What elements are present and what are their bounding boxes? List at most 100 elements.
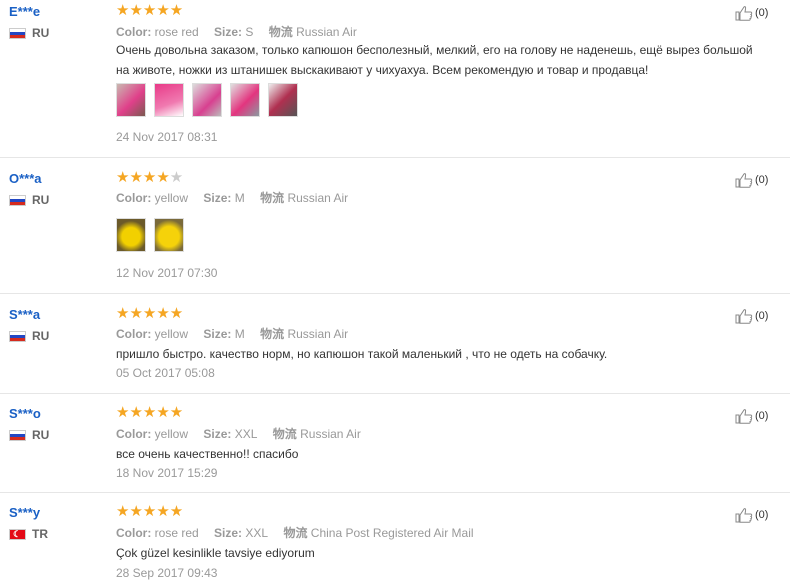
shipping-label: 物流 (272, 427, 297, 441)
review-photo[interactable] (230, 83, 260, 117)
reviewer-country: RU (9, 193, 49, 207)
review-text: Çok güzel kesinlikle tavsiye ediyorum (116, 546, 315, 560)
size-value: XXL (245, 526, 269, 540)
review-date: 24 Nov 2017 08:31 (116, 130, 218, 144)
star-icon: ★★★★ (116, 169, 170, 186)
helpful-button[interactable]: (0) (735, 308, 768, 324)
thumbs-up-icon (735, 6, 753, 21)
helpful-button[interactable]: (0) (735, 172, 768, 188)
russia-flag-icon (9, 429, 26, 441)
thumbs-up-icon (735, 173, 753, 188)
rating-stars: ★★★★★ (116, 404, 184, 421)
country-code: RU (32, 26, 50, 40)
divider (0, 293, 790, 294)
rating-stars: ★★★★★ (116, 305, 184, 322)
review-photo[interactable] (192, 83, 222, 117)
shipping-value: Russian Air (287, 191, 349, 205)
shipping-label: 物流 (260, 327, 285, 341)
country-code: RU (32, 428, 50, 442)
star-empty-icon: ★ (169, 169, 184, 186)
reviewer-name[interactable]: O***a (9, 171, 42, 186)
review-photo[interactable] (268, 83, 298, 117)
reviewer-name[interactable]: E***e (9, 4, 40, 19)
thumbs-up-icon (735, 508, 753, 523)
star-icon: ★★★★★ (116, 503, 184, 520)
rating-stars: ★★★★★ (116, 503, 184, 520)
color-label: Color: (116, 191, 152, 205)
size-label: Size: (203, 191, 232, 205)
russia-flag-icon (9, 330, 26, 342)
russia-flag-icon (9, 194, 26, 206)
helpful-count: (0) (755, 509, 769, 521)
country-code: RU (32, 193, 50, 207)
helpful-count: (0) (755, 7, 769, 19)
product-attributes: Color: rose red Size: XXL 物流 China Post … (116, 524, 474, 541)
shipping-value: Russian Air (296, 25, 357, 39)
country-code: RU (32, 329, 50, 343)
review-date: 05 Oct 2017 05:08 (116, 366, 215, 380)
review-photo[interactable] (154, 218, 184, 252)
review-text: Очень довольна заказом, только капюшон б… (116, 43, 753, 77)
reviewer-name[interactable]: S***o (9, 406, 41, 421)
review-date: 12 Nov 2017 07:30 (116, 266, 218, 280)
star-icon: ★★★★★ (116, 2, 184, 19)
helpful-button[interactable]: (0) (735, 5, 768, 21)
thumbs-up-icon (735, 309, 753, 324)
rating-stars: ★★★★★ (116, 169, 184, 186)
divider (0, 157, 790, 158)
color-value: rose red (154, 526, 199, 540)
size-value: XXL (234, 427, 258, 441)
review-photo[interactable] (154, 83, 184, 117)
reviewer-name[interactable]: S***y (9, 505, 40, 520)
color-value: yellow (154, 191, 189, 205)
russia-flag-icon (9, 27, 26, 39)
helpful-button[interactable]: (0) (735, 507, 768, 523)
color-label: Color: (116, 427, 152, 441)
size-label: Size: (214, 25, 243, 39)
rating-stars: ★★★★★ (116, 2, 184, 19)
review-photos (116, 218, 192, 252)
reviewer-country: RU (9, 428, 49, 442)
size-value: M (234, 327, 245, 341)
shipping-value: Russian Air (287, 327, 349, 341)
shipping-value: China Post Registered Air Mail (310, 526, 474, 540)
reviewer-country: RU (9, 329, 49, 343)
review-photos (116, 83, 306, 117)
reviewer-name[interactable]: S***a (9, 307, 40, 322)
product-attributes: Color: yellow Size: M 物流 Russian Air (116, 325, 348, 342)
star-icon: ★★★★★ (116, 404, 184, 421)
country-code: TR (32, 527, 48, 541)
helpful-count: (0) (755, 310, 769, 322)
review-photo[interactable] (116, 218, 146, 252)
size-value: S (245, 25, 254, 39)
helpful-count: (0) (755, 174, 769, 186)
helpful-button[interactable]: (0) (735, 408, 768, 424)
shipping-label: 物流 (283, 526, 308, 540)
divider (0, 393, 790, 394)
size-label: Size: (203, 427, 232, 441)
review-text: пришло быстро. качество норм, но капюшон… (116, 347, 608, 361)
review-date: 28 Sep 2017 09:43 (116, 566, 218, 580)
reviewer-country: TR (9, 527, 48, 541)
size-label: Size: (203, 327, 232, 341)
shipping-label: 物流 (260, 191, 285, 205)
reviewer-country: RU (9, 26, 49, 40)
turkey-flag-icon (9, 528, 26, 540)
color-value: rose red (154, 25, 199, 39)
product-attributes: Color: yellow Size: XXL 物流 Russian Air (116, 425, 361, 442)
color-value: yellow (154, 327, 189, 341)
review-date: 18 Nov 2017 15:29 (116, 466, 218, 480)
color-value: yellow (154, 427, 189, 441)
star-icon: ★★★★★ (116, 305, 184, 322)
color-label: Color: (116, 25, 152, 39)
size-value: M (234, 191, 245, 205)
color-label: Color: (116, 327, 152, 341)
review-text: все очень качественно!! спасибо (116, 447, 299, 461)
product-attributes: Color: rose red Size: S 物流 Russian Air (116, 23, 357, 40)
size-label: Size: (214, 526, 243, 540)
helpful-count: (0) (755, 410, 769, 422)
color-label: Color: (116, 526, 152, 540)
review-photo[interactable] (116, 83, 146, 117)
divider (0, 492, 790, 493)
shipping-label: 物流 (268, 25, 293, 39)
